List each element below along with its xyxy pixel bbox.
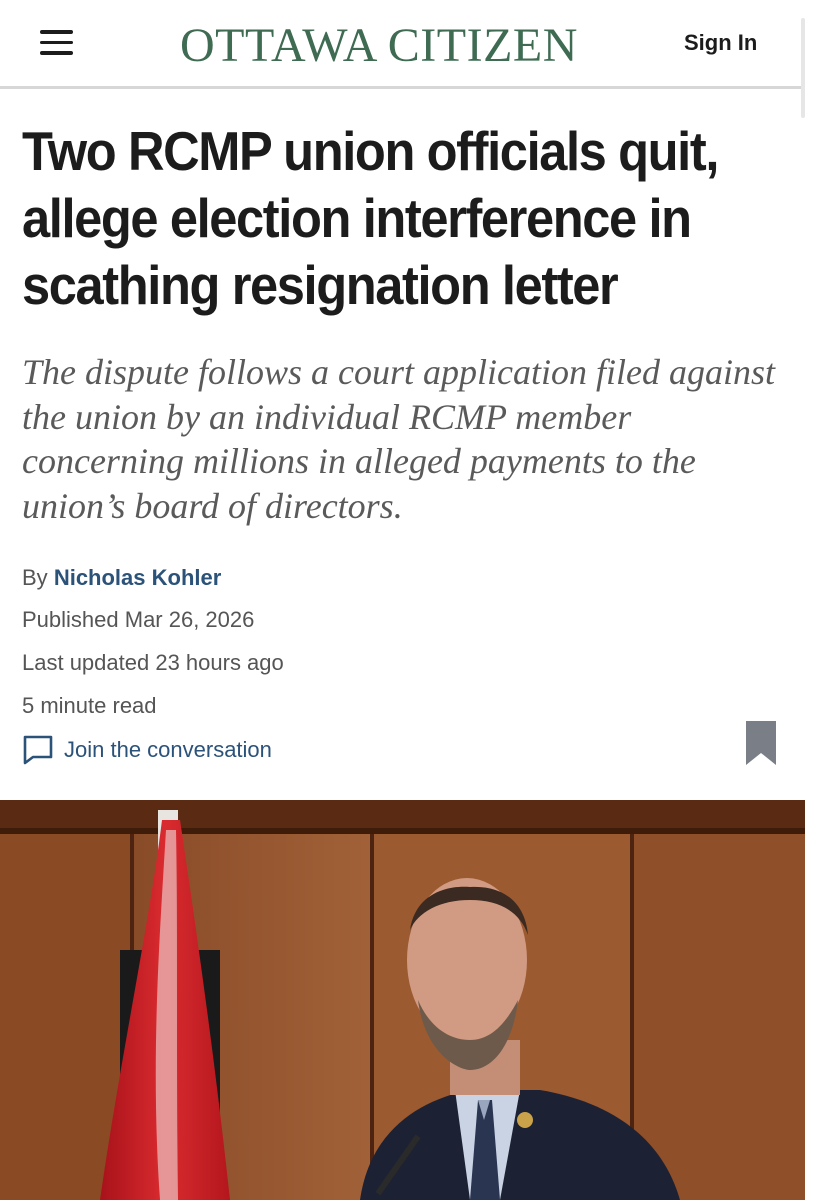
read-time: 5 minute read — [22, 693, 157, 718]
article-photo — [0, 800, 805, 1200]
menu-icon[interactable] — [40, 30, 74, 56]
join-conversation-label: Join the conversation — [64, 737, 272, 762]
scrollbar[interactable] — [801, 18, 805, 118]
site-logo[interactable]: OTTAWA CITIZEN — [180, 18, 620, 74]
article-subheadline: The dispute follows a court application … — [22, 352, 775, 526]
join-conversation-link[interactable]: Join the conversation — [22, 734, 272, 766]
header-divider — [0, 86, 805, 89]
last-updated: Last updated 23 hours ago — [22, 650, 284, 675]
published-date: Published Mar 26, 2026 — [22, 607, 255, 632]
speech-bubble-icon — [23, 735, 53, 765]
photo-illustration — [0, 800, 805, 1200]
byline: By Nicholas Kohler — [22, 565, 221, 591]
byline-prefix: By — [22, 565, 48, 590]
bookmark-icon[interactable] — [744, 719, 778, 767]
site-header: OTTAWA CITIZEN Sign In — [0, 0, 813, 118]
author-link[interactable]: Nicholas Kohler — [54, 565, 221, 590]
sign-in-button[interactable]: Sign In — [684, 30, 757, 56]
article-headline: Two RCMP union officials quit, allege el… — [22, 120, 719, 316]
